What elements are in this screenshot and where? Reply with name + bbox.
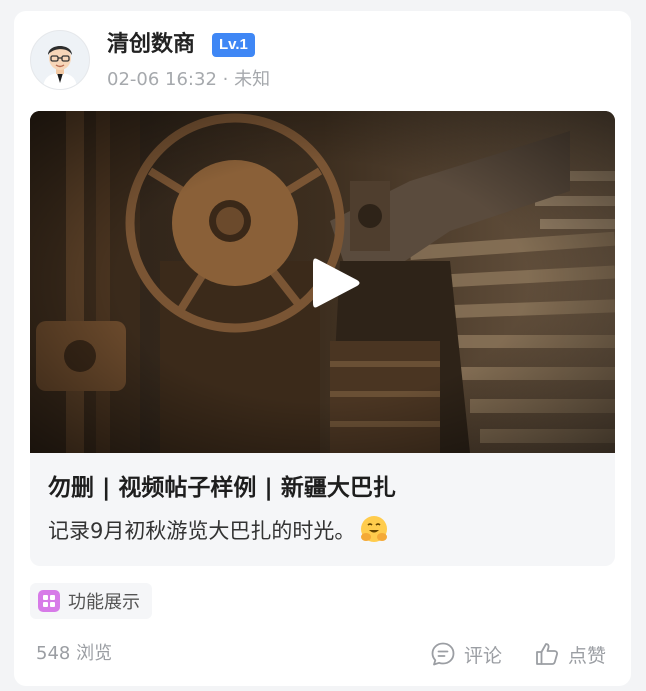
thumbs-up-icon [536,643,559,665]
post-info[interactable]: 勿删 | 视频帖子样例 | 新疆大巴扎 记录9月初秋游览大巴扎的时光。 [30,453,615,566]
comment-button[interactable]: 评论 [430,638,502,670]
post-meta: 02-06 16:32 · 未知 [107,68,270,92]
post-description: 记录9月初秋游览大巴扎的时光。 [48,515,389,546]
hugging-face-icon [361,516,388,542]
post-timestamp: 02-06 16:32 [107,69,217,90]
video-thumbnail[interactable] [30,111,615,453]
post-title[interactable]: 勿删 | 视频帖子样例 | 新疆大巴扎 [48,473,396,503]
view-count: 548 浏览 [36,643,113,664]
like-label: 点赞 [568,644,607,667]
post-card[interactable]: 清创数商 Lv.1 02-06 16:32 · 未知 勿删 | 视频帖子样例 |… [14,11,631,686]
level-badge: Lv.1 [212,33,255,57]
like-button[interactable]: 点赞 [534,638,606,670]
meta-separator: · [222,69,229,90]
author-avatar[interactable] [30,30,90,90]
post-description-text: 记录9月初秋游览大巴扎的时光。 [48,519,356,543]
feature-grid-icon [38,590,60,612]
topic-tag[interactable]: 功能展示 [30,583,152,619]
cartoon-man-avatar-icon [31,31,89,89]
author-name[interactable]: 清创数商 [107,31,195,59]
comment-label: 评论 [464,644,503,667]
play-icon[interactable] [307,253,363,313]
topic-tag-label: 功能展示 [68,592,140,613]
comment-icon [431,642,455,666]
post-location: 未知 [234,69,271,90]
